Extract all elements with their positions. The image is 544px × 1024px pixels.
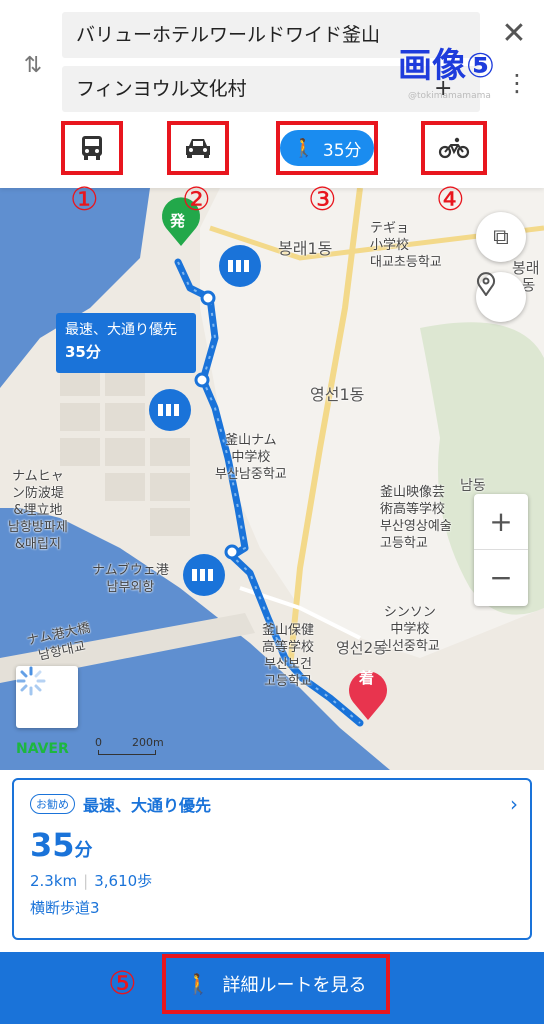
- mode-walk-button[interactable]: 🚶 35分: [276, 121, 378, 175]
- annotation-number-1: ①: [70, 180, 99, 218]
- map-label: 영선1동: [310, 385, 365, 404]
- route-box-label: 最速、大通り優先: [65, 322, 177, 338]
- annotation-number-3: ③: [308, 180, 337, 218]
- mode-bike-button[interactable]: [421, 121, 487, 175]
- walk-time: 35分: [322, 140, 362, 161]
- layers-button[interactable]: ⧉: [476, 212, 526, 262]
- route-info-box[interactable]: 最速、大通り優先 35分: [56, 313, 196, 373]
- car-icon: [186, 139, 210, 158]
- detail-route-button[interactable]: 🚶 詳細ルートを見る: [162, 954, 390, 1014]
- route-time-value: 35: [30, 826, 75, 864]
- walk-pill: 🚶 35分: [280, 130, 374, 166]
- route-steps: 3,610歩: [94, 872, 153, 890]
- walker-icon: 🚶: [292, 137, 315, 159]
- map-label: 釜山ナム 中学校 부산남중학교: [215, 433, 287, 482]
- route-title: 最速、大通り優先: [83, 796, 212, 815]
- map-label: 釜山映像芸 術高等学校 부산영상예술 고등학교: [380, 485, 452, 551]
- route-time-unit: 分: [74, 840, 93, 861]
- route-box-time: 35分: [65, 343, 101, 361]
- map-view[interactable]: 発 着 最速、大通り優先 35分 봉래1동 テギョ 小学校 대교초등학교 봉래2…: [0, 188, 544, 770]
- bike-icon: [438, 137, 470, 159]
- spinner-icon: [16, 666, 46, 696]
- crosswalk-marker-icon: [149, 389, 191, 431]
- scale-zero: 0: [95, 736, 102, 749]
- zoom-out-button[interactable]: −: [474, 550, 528, 606]
- crosswalk-marker-icon: [183, 554, 225, 596]
- route-summary-card[interactable]: お勧め 最速、大通り優先 › 35分 2.3km | 3,610歩 横断歩道3: [12, 778, 532, 940]
- bus-icon: [82, 136, 102, 160]
- scale-bar: [98, 750, 156, 755]
- route-header: ⇅ バリューホテルワールドワイド釜山 フィンヨウル文化村 ✕ 画像⑤ @toki…: [0, 0, 544, 188]
- end-marker-label: 着: [359, 669, 375, 687]
- layers-icon: ⧉: [493, 224, 509, 250]
- scale-label: 200m: [132, 736, 164, 749]
- walker-icon: 🚶: [185, 972, 211, 996]
- zoom-in-button[interactable]: +: [474, 494, 528, 550]
- crosswalk-marker-icon: [219, 245, 261, 287]
- map-label: ナムブウェ港 남부외항: [92, 563, 169, 595]
- swap-icon[interactable]: ⇅: [18, 48, 48, 84]
- map-label: 영선2동: [336, 639, 387, 657]
- map-label: 남동: [460, 478, 486, 494]
- stats-divider: |: [83, 872, 89, 890]
- zoom-control: + −: [474, 494, 528, 606]
- annotation-number-2: ②: [182, 180, 211, 218]
- location-pin-icon: [477, 272, 495, 296]
- detail-route-label: 詳細ルートを見る: [222, 975, 367, 996]
- add-waypoint-icon[interactable]: +: [434, 76, 452, 101]
- route-time: 35分: [30, 826, 514, 864]
- chevron-right-icon: ›: [510, 792, 518, 816]
- recommended-badge: お勧め: [30, 794, 75, 814]
- route-distance: 2.3km: [30, 872, 78, 890]
- crosswalk-count: 横断歩道3: [30, 899, 100, 917]
- mode-car-button[interactable]: [167, 121, 229, 175]
- map-label: シンソン 中学校 신선중학교: [380, 605, 440, 654]
- location-button[interactable]: [476, 272, 526, 322]
- route-stats: 2.3km | 3,610歩: [30, 870, 514, 891]
- map-label: 봉래1동: [278, 239, 333, 258]
- map-label: 釜山保健 高等学校 부산보건 고등학교: [262, 623, 315, 689]
- naver-logo: NAVER: [16, 741, 69, 757]
- annotation-number-4: ④: [436, 180, 465, 218]
- loading-button[interactable]: [16, 666, 78, 728]
- more-options-icon[interactable]: ⋮: [505, 71, 529, 95]
- map-label: テギョ 小学校 대교초등학교: [370, 221, 442, 270]
- annotation-number-5: ⑤: [108, 964, 137, 1002]
- close-icon[interactable]: ✕: [498, 18, 530, 50]
- map-label: ナムヒャ ン防波堤 &埋立地 남항방파제 &매립지: [8, 469, 68, 552]
- mode-bus-button[interactable]: [61, 121, 123, 175]
